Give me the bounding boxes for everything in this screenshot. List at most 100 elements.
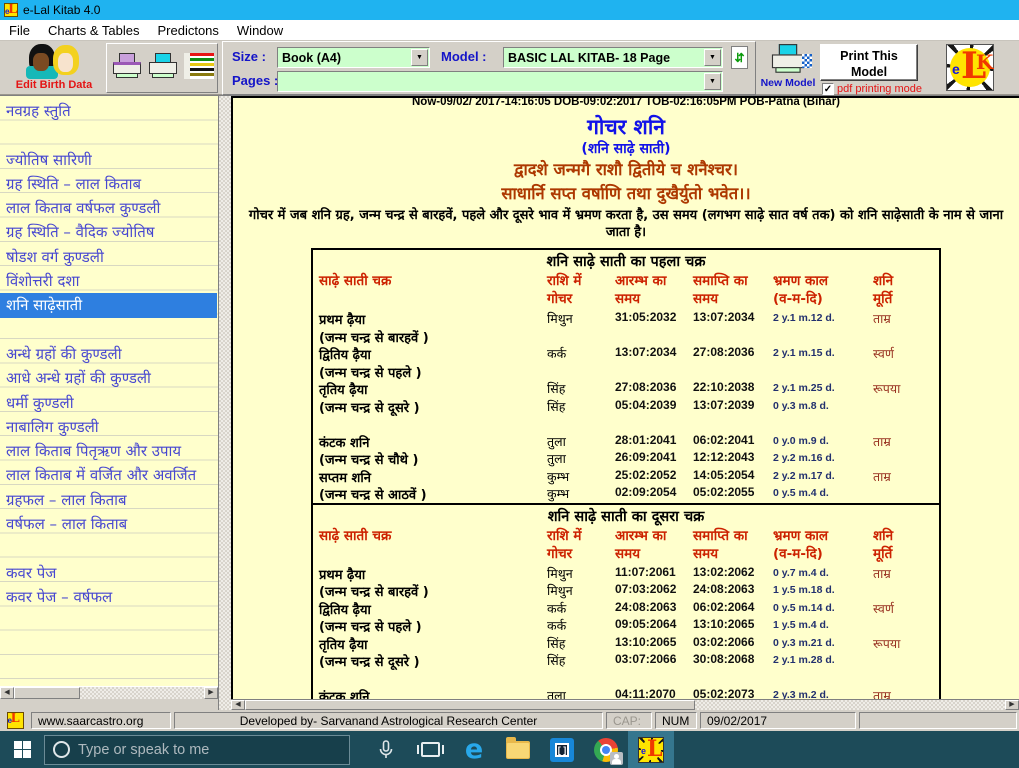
titlebar: Le e-Lal Kitab 4.0 <box>0 0 1019 20</box>
sidebar-item-9 <box>0 318 218 342</box>
elal-kitab-taskbar-button[interactable]: Le <box>628 731 674 768</box>
table-row: प्रथम ढ़ैयामिथुन31:05:203213:07:20342 y.… <box>313 310 939 328</box>
sidebar-scroll-thumb[interactable] <box>14 687 80 699</box>
table-row: (जन्म चन्द्र से चौथे )तुला26:09:204112:1… <box>313 450 939 468</box>
sidebar-item-13[interactable]: नाबालिग कुण्डली <box>0 415 218 439</box>
chrome-icon <box>594 738 618 762</box>
sidebar-item-15[interactable]: लाल किताब में वर्जित और अवर्जित <box>0 463 218 487</box>
new-model-button[interactable]: New Model <box>760 44 816 89</box>
new-model-label: New Model <box>760 77 816 89</box>
table-row <box>313 670 939 688</box>
sidebar-item-1 <box>0 123 218 147</box>
pdf-printing-mode-label: pdf printing mode <box>837 83 922 95</box>
sidebar-item-6[interactable]: षोडश वर्ग कुण्डली <box>0 245 218 269</box>
caps-lock-indicator: CAP: <box>606 712 652 729</box>
sidebar-item-11[interactable]: आधे अन्धे ग्रहों की कुण्डली <box>0 366 218 390</box>
sidebar-item-10[interactable]: अन्धे ग्रहों की कुण्डली <box>0 342 218 366</box>
edge-browser-button[interactable]: e <box>452 731 496 768</box>
sidebar-item-19[interactable]: कवर पेज <box>0 561 218 585</box>
report-title: गोचर शनि <box>233 114 1019 140</box>
table-row: (जन्म चन्द्र से पहले )कर्क09:05:206413:1… <box>313 617 939 635</box>
sidebar-item-5[interactable]: ग्रह स्थिति – वैदिक ज्योतिष <box>0 220 218 244</box>
shloka-line-1: द्वादशे जन्मगै राशौ द्वितीये च शनैश्चर। <box>233 158 1019 182</box>
pdf-printing-mode-checkbox[interactable]: ✓ <box>822 83 834 95</box>
chrome-button[interactable] <box>584 731 628 768</box>
pages-dropdown-arrow-icon[interactable]: ▼ <box>704 73 721 90</box>
table-row: (जन्म चन्द्र से पहले ) <box>313 363 939 381</box>
sidebar-item-18 <box>0 536 218 560</box>
table-header-row: साढ़े साती चक्रराशि मेंगोचरआरम्भ कासमयसम… <box>313 272 939 308</box>
column-header: साढ़े साती चक्र <box>319 272 547 308</box>
pages-select[interactable]: ▼ <box>277 71 723 92</box>
folder-icon <box>506 741 530 759</box>
scroll-right-arrow-icon[interactable]: ▶ <box>204 687 218 699</box>
model-dropdown-arrow-icon[interactable]: ▼ <box>704 49 721 66</box>
window-title: e-Lal Kitab 4.0 <box>23 3 100 17</box>
bracket-app-icon: [ ] <box>550 738 574 762</box>
menu-item-predictons[interactable]: Predictons <box>148 23 227 38</box>
task-view-button[interactable] <box>408 731 452 768</box>
pinned-app-button[interactable]: [ ] <box>540 731 584 768</box>
file-explorer-button[interactable] <box>496 731 540 768</box>
model-label: Model : <box>441 49 487 64</box>
app-icon: Le <box>4 3 18 17</box>
windows-logo-icon <box>14 741 31 758</box>
column-header: साढ़े साती चक्र <box>319 527 547 563</box>
column-header: भ्रमण काल(व-म-दि) <box>773 272 873 308</box>
column-header: भ्रमण काल(व-म-दि) <box>773 527 873 563</box>
table-row: प्रथम ढ़ैयामिथुन11:07:206113:02:20620 y.… <box>313 565 939 583</box>
sidebar-item-17[interactable]: वर्षफल – लाल किताब <box>0 512 218 536</box>
sidebar-item-2[interactable]: ज्योतिष सारिणी <box>0 148 218 172</box>
report-subtitle: (शनि साढ़े साती) <box>233 140 1019 158</box>
sidebar-item-3[interactable]: ग्रह स्थिति – लाल किताब <box>0 172 218 196</box>
table-row: (जन्म चन्द्र से दूसरे )सिंह05:04:203913:… <box>313 398 939 416</box>
menu-item-window[interactable]: Window <box>228 23 292 38</box>
menu-item-charts-tables[interactable]: Charts & Tables <box>39 23 149 38</box>
doc-scroll-left-arrow-icon[interactable]: ◀ <box>231 700 245 710</box>
birth-info-line: Now-09/02/ 2017-14:16:05 DOB-09:02:2017 … <box>233 96 1019 109</box>
size-dropdown-arrow-icon[interactable]: ▼ <box>411 49 428 66</box>
report-document: Now-09/02/ 2017-14:16:05 DOB-09:02:2017 … <box>231 96 1019 699</box>
model-select[interactable]: BASIC LAL KITAB- 18 Page▼ <box>503 47 723 68</box>
edit-birth-data-button[interactable]: Edit Birth Data <box>5 42 103 93</box>
sadesati-table-2: शनि साढ़े साती का दूसरा चक्रसाढ़े साती च… <box>311 505 941 700</box>
table-row: द्वितिय ढ़ैयाकर्क24:08:206306:02:20640 y… <box>313 600 939 618</box>
sidebar-item-8[interactable]: शनि साढ़ेसाती <box>0 293 217 317</box>
doc-scroll-thumb[interactable] <box>245 700 695 710</box>
column-header: राशि मेंगोचर <box>547 527 615 563</box>
sidebar-item-7[interactable]: विंशोत्तरी दशा <box>0 269 218 293</box>
scroll-left-arrow-icon[interactable]: ◀ <box>0 687 14 699</box>
website-link[interactable]: www.saarcastro.org <box>31 712 171 729</box>
print-single-icon[interactable] <box>112 53 142 79</box>
intro-paragraph: गोचर में जब शनि ग्रह, जन्म चन्द्र से बार… <box>241 208 1011 241</box>
menu-item-file[interactable]: File <box>0 23 39 38</box>
print-all-icon[interactable] <box>184 53 214 79</box>
sidebar-item-14[interactable]: लाल किताब पितृऋण और उपाय <box>0 439 218 463</box>
size-select[interactable]: Book (A4)▼ <box>277 47 430 68</box>
sidebar-item-4[interactable]: लाल किताब वर्षफल कुण्डली <box>0 196 218 220</box>
table-row: (जन्म चन्द्र से दूसरे )सिंह03:07:206630:… <box>313 652 939 670</box>
sidebar-item-0[interactable]: नवग्रह स्तुति <box>0 99 218 123</box>
elk-logo: LKe <box>946 44 994 91</box>
start-button[interactable] <box>0 731 44 768</box>
sadesati-table-1: शनि साढ़े साती का पहला चक्रसाढ़े साती चक… <box>311 248 941 505</box>
document-horizontal-scrollbar[interactable]: ◀ ▶ <box>231 699 1019 710</box>
new-model-printer-icon <box>771 44 806 74</box>
cortana-search-input[interactable]: Type or speak to me <box>44 735 350 765</box>
status-app-icon: Le <box>7 712 24 729</box>
print-this-model-button[interactable]: Print This Model <box>820 44 918 81</box>
sidebar-item-12[interactable]: धर्मी कुण्डली <box>0 391 218 415</box>
pages-label: Pages : <box>232 73 278 88</box>
sidebar-vertical-scrollbar[interactable] <box>218 96 231 710</box>
sidebar-item-16[interactable]: ग्रहफल – लाल किताब <box>0 488 218 512</box>
edit-birth-data-label: Edit Birth Data <box>5 79 103 91</box>
doc-scroll-right-arrow-icon[interactable]: ▶ <box>1005 700 1019 710</box>
microphone-button[interactable] <box>364 731 408 768</box>
sidebar-item-20[interactable]: कवर पेज – वर्षफल <box>0 585 218 609</box>
refresh-model-button[interactable]: ⇵ <box>731 46 748 69</box>
print-icon[interactable] <box>148 53 178 79</box>
table-row: (जन्म चन्द्र से बारहवें )मिथुन07:03:2062… <box>313 582 939 600</box>
size-label: Size : <box>232 49 266 64</box>
column-header: आरम्भ कासमय <box>615 272 693 308</box>
sidebar-horizontal-scrollbar[interactable]: ◀ ▶ <box>0 686 218 699</box>
